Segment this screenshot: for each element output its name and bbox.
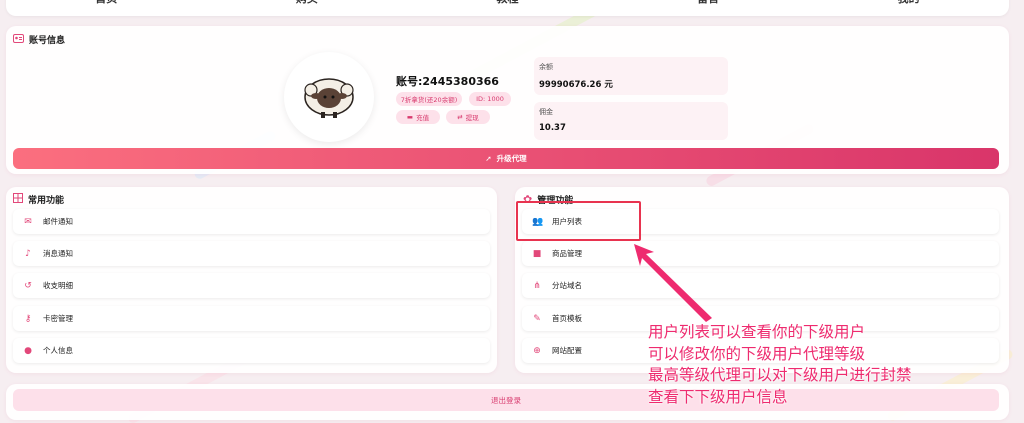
- balance-value: 99990676.26 元: [539, 80, 613, 90]
- account-section-title: 账号信息: [13, 33, 65, 46]
- mail-icon: ✉: [24, 216, 32, 227]
- bag-icon: ■: [532, 248, 542, 259]
- nav-message[interactable]: 留言: [697, 0, 719, 6]
- recharge-button[interactable]: ▬ 充值: [396, 110, 440, 124]
- nav-buy[interactable]: 购买: [296, 0, 318, 6]
- brush-icon: ✎: [533, 313, 541, 324]
- commission-value: 10.37: [539, 123, 566, 133]
- account-name: 账号:2445380366: [396, 75, 499, 88]
- card-icon: ▬: [406, 113, 414, 121]
- annotation-line: 用户列表可以查看你的下级用户: [648, 323, 866, 341]
- commission-label: 佣金: [539, 108, 553, 116]
- balance-label: 余额: [539, 63, 553, 71]
- withdraw-button[interactable]: ⇄ 提现: [446, 110, 490, 124]
- annotation-line: 查看下下级用户信息: [648, 387, 788, 406]
- history-icon: ↺: [24, 280, 32, 291]
- menu-item-transactions[interactable]: ↺ 收支明细: [13, 273, 490, 298]
- menu-item-profile[interactable]: ● 个人信息: [13, 338, 490, 363]
- user-icon: ●: [24, 345, 32, 356]
- annotation-arrow-icon: [634, 244, 712, 322]
- annotation-text: 用户列表可以查看你的下级用户 可以修改你的下级用户代理等级 最高等级代理可以对下…: [648, 322, 912, 408]
- upgrade-agent-button[interactable]: ➚ 升级代理: [13, 148, 999, 169]
- rocket-icon: ➚: [485, 154, 492, 163]
- globe-icon: ⊕: [533, 345, 541, 356]
- level-badge: 7折拿货(还20余额): [396, 92, 462, 106]
- key-icon: ⚷: [24, 313, 32, 324]
- sitemap-icon: ⋔: [533, 280, 541, 291]
- menu-item-substation-domain[interactable]: ⋔ 分站域名: [522, 273, 999, 298]
- menu-item-message-notice[interactable]: ♪ 消息通知: [13, 241, 490, 266]
- user-list-highlight-box: [516, 201, 641, 241]
- nav-tutorial[interactable]: 教程: [496, 0, 518, 6]
- avatar[interactable]: [284, 52, 374, 142]
- menu-item-product-manage[interactable]: ■ 商品管理: [522, 241, 999, 266]
- swap-icon: ⇄: [457, 113, 463, 121]
- sheep-avatar-icon: [304, 78, 354, 118]
- balance-box: 余额 99990676.26 元: [534, 57, 728, 95]
- bell-icon: ♪: [25, 248, 31, 259]
- annotation-line: 可以修改你的下级用户代理等级: [648, 344, 866, 363]
- common-section-title: 常用功能: [13, 193, 64, 206]
- grid-icon: [13, 193, 23, 206]
- nav-home[interactable]: 首页: [95, 0, 117, 6]
- nav-mine[interactable]: 我的: [898, 0, 920, 6]
- id-card-icon: [13, 33, 24, 46]
- commission-box: 佣金 10.37: [534, 102, 728, 140]
- top-nav: 首页 购买 教程 留言 我的: [6, 0, 1009, 16]
- menu-item-mail-notice[interactable]: ✉ 邮件通知: [13, 209, 490, 234]
- id-badge: ID: 1000: [469, 92, 511, 106]
- menu-item-card-keys[interactable]: ⚷ 卡密管理: [13, 306, 490, 331]
- annotation-line: 最高等级代理可以对下级用户进行封禁: [648, 366, 912, 384]
